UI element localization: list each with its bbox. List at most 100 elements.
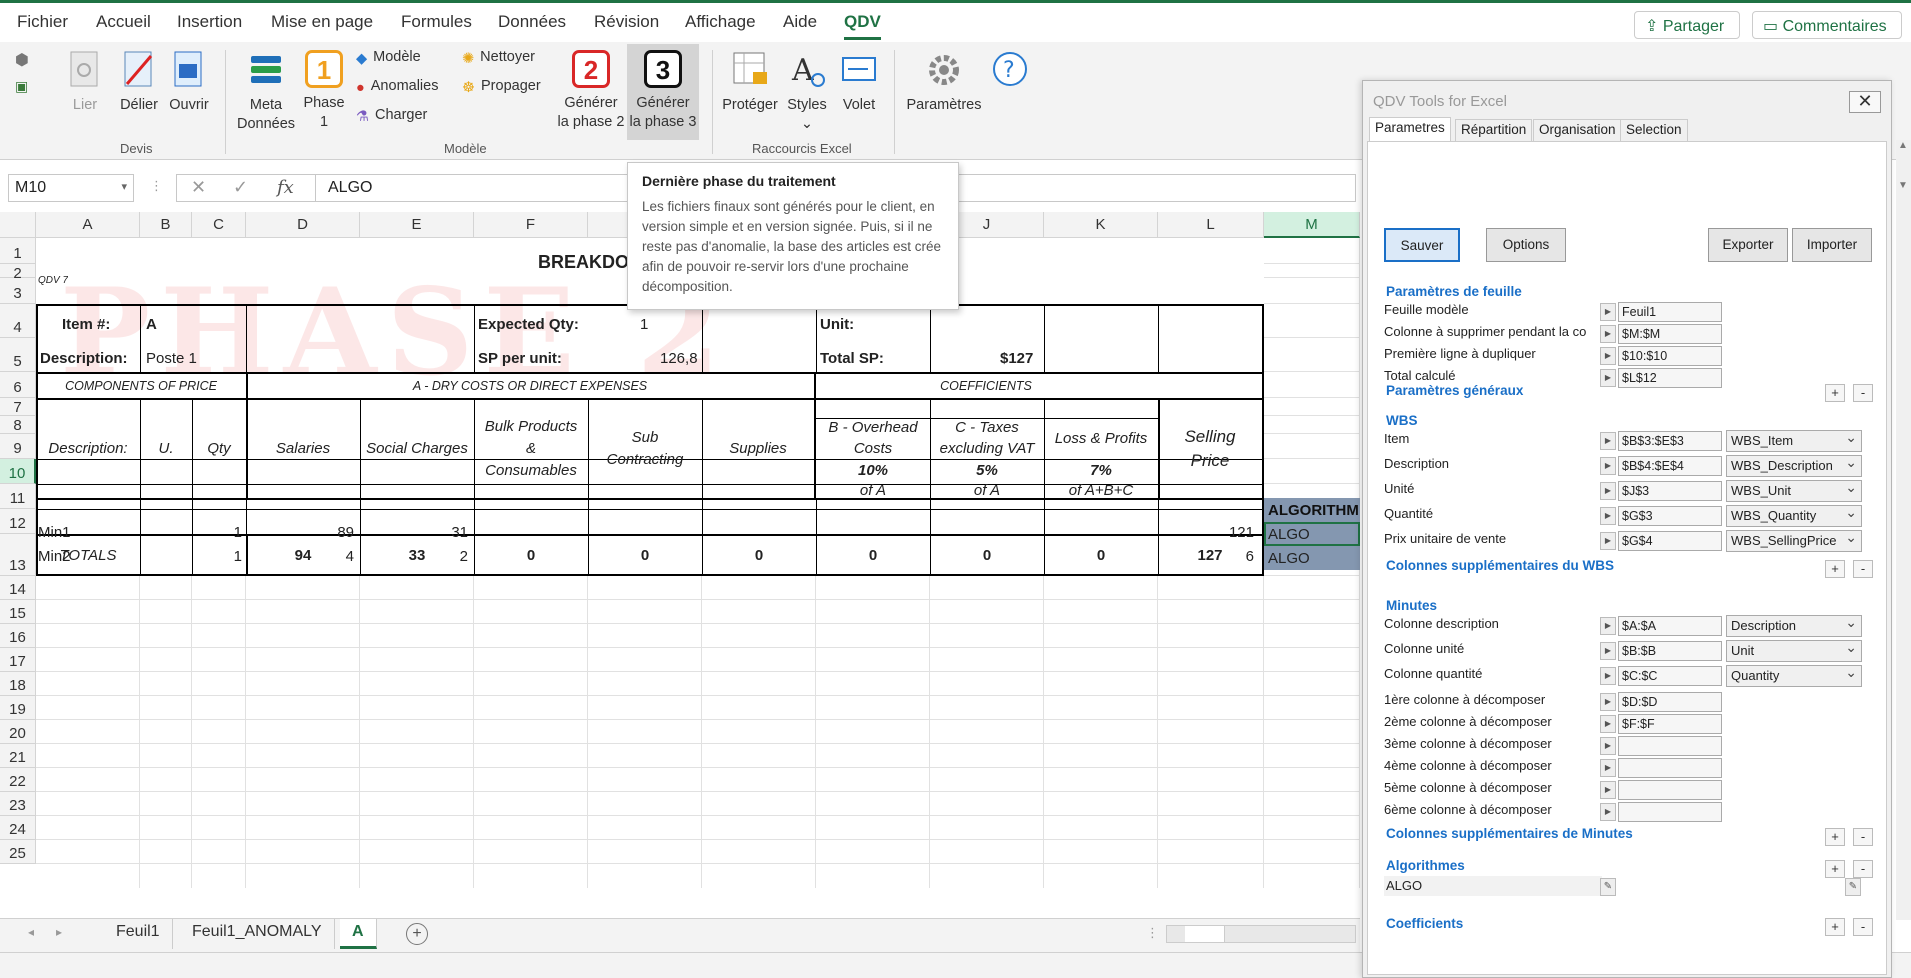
phase3-button[interactable]: 3 Générer la phase 3 — [627, 44, 699, 140]
select-all-corner[interactable] — [0, 212, 36, 238]
coefficients-header[interactable]: COEFFICIENTS — [814, 374, 1158, 398]
pick-range-icon[interactable]: ▶ — [1600, 325, 1616, 343]
param-field[interactable]: $B$3:$E$3 — [1618, 431, 1722, 451]
vertical-scrollbar[interactable]: ▲ ▼ — [1896, 140, 1911, 920]
wbs-extra-remove-button[interactable]: - — [1853, 560, 1873, 578]
totals-label[interactable]: TOTALS — [36, 534, 140, 576]
total-value[interactable]: 0 — [702, 534, 816, 576]
row-header-18[interactable]: 18 — [0, 672, 36, 696]
tab-parametres[interactable]: Parametres — [1369, 117, 1451, 142]
param-select[interactable]: WBS_Description — [1726, 455, 1862, 477]
row-header-19[interactable]: 19 — [0, 696, 36, 720]
sp-per-unit-label[interactable]: SP per unit: — [478, 350, 562, 367]
unit-label[interactable]: Unit: — [820, 316, 854, 333]
pick-range-icon[interactable]: ▶ — [1600, 347, 1616, 365]
generaux-add-button[interactable]: + — [1825, 384, 1845, 402]
menu-fichier[interactable]: Fichier — [17, 12, 68, 32]
confirm-icon[interactable]: ✓ — [233, 177, 248, 198]
row-header-25[interactable]: 25 — [0, 840, 36, 864]
cube-icon[interactable]: ⬢ — [15, 50, 29, 70]
import-button[interactable]: Importer — [1792, 228, 1872, 262]
col-taxes-pct[interactable]: 5% — [930, 460, 1044, 480]
column-header-k[interactable]: K — [1044, 212, 1158, 238]
phase2-button[interactable]: 2 Générer la phase 2 — [554, 50, 628, 132]
col-loss-pct[interactable]: 7% — [1044, 460, 1158, 480]
pick-range-icon[interactable]: ▶ — [1600, 432, 1616, 450]
tab-selection[interactable]: Selection — [1620, 119, 1688, 141]
col-bulk-header[interactable]: Bulk Products & Consumables — [474, 400, 588, 498]
add-sheet-icon[interactable]: + — [406, 923, 428, 945]
coefficients-remove-button[interactable]: - — [1853, 918, 1873, 936]
lier-button[interactable]: Lier — [64, 50, 106, 115]
pick-range-icon[interactable]: ▶ — [1600, 693, 1616, 711]
description-value[interactable]: Poste 1 — [146, 350, 197, 367]
row-header-5[interactable]: 5 — [0, 338, 36, 372]
help-button[interactable]: ? — [988, 50, 1032, 96]
column-header-m[interactable]: M — [1264, 212, 1360, 238]
param-field[interactable]: $A:$A — [1618, 616, 1722, 636]
coefficients-add-button[interactable]: + — [1825, 918, 1845, 936]
pick-range-icon[interactable]: ▶ — [1600, 617, 1616, 635]
row-header-14[interactable]: 14 — [0, 576, 36, 600]
export-button[interactable]: Exporter — [1708, 228, 1788, 262]
row-header-2[interactable]: 2 — [0, 264, 36, 282]
pick-range-icon[interactable]: ▶ — [1600, 532, 1616, 550]
options-button[interactable]: Options — [1486, 228, 1566, 262]
param-field[interactable]: $M:$M — [1618, 324, 1722, 344]
col-taxes-header[interactable]: C - Taxes excluding VAT — [930, 416, 1044, 460]
pick-range-icon[interactable]: ▶ — [1600, 507, 1616, 525]
sp-per-unit-value[interactable]: 126,8 — [660, 350, 698, 367]
row-header-15[interactable]: 15 — [0, 600, 36, 624]
column-header-f[interactable]: F — [474, 212, 588, 238]
total-value[interactable]: 0 — [1044, 534, 1158, 576]
row-header-10[interactable]: 10 — [0, 459, 36, 484]
total-sp-label[interactable]: Total SP: — [820, 350, 884, 367]
components-header[interactable]: COMPONENTS OF PRICE — [36, 374, 246, 398]
chevron-down-icon[interactable]: ▼ — [1898, 180, 1908, 191]
param-select[interactable]: WBS_Quantity — [1726, 505, 1862, 527]
param-field[interactable]: $L$12 — [1618, 368, 1722, 388]
pick-range-icon[interactable]: ▶ — [1600, 667, 1616, 685]
pick-range-icon[interactable]: ▶ — [1600, 642, 1616, 660]
param-field[interactable]: $B:$B — [1618, 641, 1722, 661]
volet-button[interactable]: Volet — [836, 50, 882, 115]
total-value[interactable]: 0 — [816, 534, 930, 576]
table-row-qty[interactable]: 1 — [192, 548, 242, 565]
row-header-11[interactable]: 11 — [0, 484, 36, 509]
col-overhead-pct[interactable]: 10% — [816, 460, 930, 480]
param-field[interactable]: $G$3 — [1618, 506, 1722, 526]
table-row-qty[interactable]: 1 — [192, 524, 242, 541]
row-header-9[interactable]: 9 — [0, 434, 36, 459]
menu-formules[interactable]: Formules — [401, 12, 472, 32]
param-field[interactable] — [1618, 758, 1722, 778]
nettoyer-button[interactable]: ✺ Nettoyer — [462, 49, 535, 67]
parametres-button[interactable]: Paramètres — [904, 50, 984, 115]
row-header-21[interactable]: 21 — [0, 744, 36, 768]
description-label[interactable]: Description: — [40, 350, 128, 367]
cart-icon[interactable]: ▣ — [15, 78, 28, 95]
pick-range-icon[interactable]: ▶ — [1600, 803, 1616, 821]
algo-row[interactable]: ALGO — [1384, 876, 1602, 896]
col-u-header[interactable]: U. — [140, 400, 192, 498]
menu-mise-en-page[interactable]: Mise en page — [271, 12, 373, 32]
row-header-17[interactable]: 17 — [0, 648, 36, 672]
prev-sheet-icon[interactable]: ◂ — [28, 925, 34, 939]
pick-range-icon[interactable]: ▶ — [1600, 737, 1616, 755]
col-description-header[interactable]: Description: — [36, 400, 140, 498]
charger-button[interactable]: ⚗ Charger — [356, 107, 427, 125]
tab-repartition[interactable]: Répartition — [1455, 119, 1533, 141]
expected-qty-label[interactable]: Expected Qty: — [478, 316, 579, 333]
menu-insertion[interactable]: Insertion — [177, 12, 242, 32]
menu-donnees[interactable]: Données — [498, 12, 566, 32]
menu-affichage[interactable]: Affichage — [685, 12, 756, 32]
tab-organisation[interactable]: Organisation — [1533, 119, 1622, 141]
total-value[interactable]: 0 — [474, 534, 588, 576]
delier-button[interactable]: Délier — [114, 50, 164, 115]
col-social-header[interactable]: Social Charges — [360, 400, 474, 498]
pick-range-icon[interactable]: ▶ — [1600, 303, 1616, 321]
pick-range-icon[interactable]: ▶ — [1600, 482, 1616, 500]
col-sub-header[interactable]: Sub Contracting — [588, 400, 702, 498]
qdv-version[interactable]: QDV 7 — [38, 275, 68, 286]
sheet-tab-feuil1[interactable]: Feuil1 — [104, 919, 173, 949]
row-header-13[interactable]: 13 — [0, 534, 36, 576]
